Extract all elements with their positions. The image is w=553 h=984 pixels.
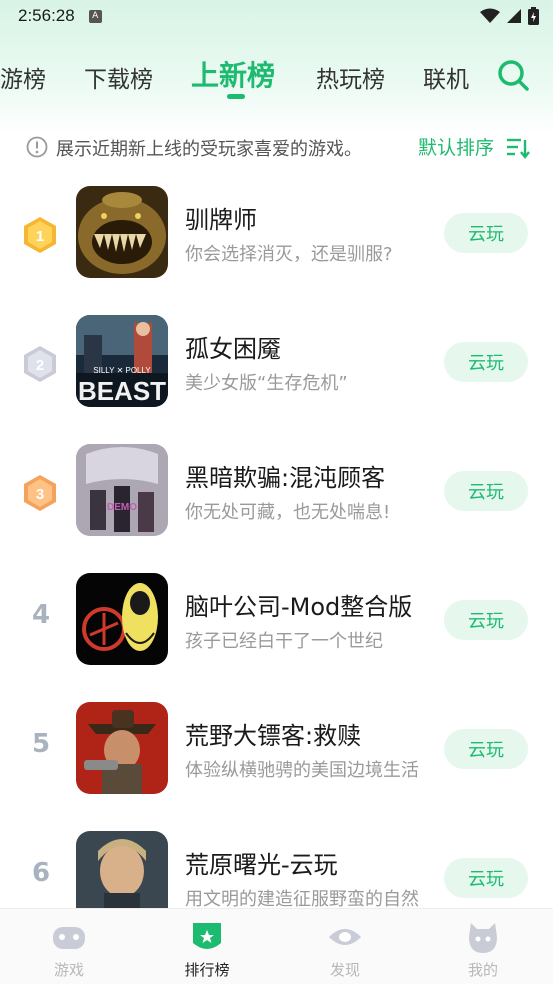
game-thumbnail[interactable] [76, 831, 168, 908]
game-thumbnail[interactable]: DEMO [76, 444, 168, 536]
eye-icon [329, 929, 361, 945]
game-description: 用文明的建造征服野蛮的自然 [185, 889, 419, 908]
game-thumbnail[interactable]: SILLY ✕ POLLY BEAST [76, 315, 168, 407]
sort-button[interactable]: 默认排序 [418, 133, 494, 160]
signal-icon [507, 9, 521, 23]
notification-icon: A [88, 9, 102, 23]
red-dead-artwork [76, 702, 168, 794]
ranking-tabs: 游榜 下载榜 上新榜 热玩榜 联机 [0, 50, 553, 100]
status-bar: 2:56:28 A [0, 0, 553, 32]
wifi-icon [480, 8, 500, 23]
cloud-play-button[interactable]: 云玩 [444, 600, 528, 640]
cloud-play-button[interactable]: 云玩 [444, 729, 528, 769]
game-list: 1 驯牌师 你会选择消灭，还是驯服? 云玩 2 SILLY ✕ POLLY BE… [0, 170, 553, 908]
list-item[interactable]: 2 SILLY ✕ POLLY BEAST 孤女困魇 美少女版“生存危机” 云玩 [0, 299, 553, 428]
nav-discover[interactable]: 发现 [300, 919, 390, 980]
medal-rank: 2 [36, 357, 44, 374]
list-item[interactable]: 6 荒原曙光-云玩 用文明的建造征服野蛮的自然 云玩 [0, 815, 553, 908]
bronze-medal-icon: 3 [24, 475, 56, 511]
beast-artwork: SILLY ✕ POLLY BEAST [76, 315, 168, 407]
list-description: 展示近期新上线的受玩家喜爱的游戏。 [56, 139, 362, 160]
list-item[interactable]: 1 驯牌师 你会选择消灭，还是驯服? 云玩 [0, 170, 553, 299]
cloud-play-button[interactable]: 云玩 [444, 858, 528, 898]
monster-artwork [76, 186, 168, 278]
medal-rank: 1 [36, 228, 44, 245]
rank-number: 6 [31, 858, 51, 888]
game-description: 体验纵横驰骋的美国边境生活 [185, 760, 419, 781]
game-title: 黑暗欺骗:混沌顾客 [185, 464, 386, 492]
lobotomy-artwork [76, 573, 168, 665]
cloud-play-button[interactable]: 云玩 [444, 342, 528, 382]
nav-label: 排行榜 [184, 961, 230, 979]
tab-multiplayer[interactable]: 联机 [423, 60, 469, 94]
tab-hot[interactable]: 热玩榜 [316, 60, 385, 94]
game-description: 你无处可藏，也无处喘息! [185, 502, 391, 523]
game-description: 孩子已经白干了一个世纪 [185, 631, 383, 652]
list-item[interactable]: 5 荒野大镖客:救赎 体验纵横驰骋的美国边境生活 云玩 [0, 686, 553, 815]
list-item[interactable]: 3 DEMO 黑暗欺骗:混沌顾客 你无处可藏，也无处喘息! 云玩 [0, 428, 553, 557]
thumb-demo-label: DEMO [107, 502, 137, 513]
status-time: 2:56:28 [18, 6, 75, 25]
game-description: 美少女版“生存危机” [185, 373, 348, 394]
tab-new-releases[interactable]: 上新榜 [191, 54, 275, 94]
game-title: 脑叶公司-Mod整合版 [185, 593, 413, 621]
search-icon[interactable] [496, 58, 530, 92]
chaos-customer-artwork: DEMO [76, 444, 168, 536]
game-title: 荒野大镖客:救赎 [185, 722, 362, 750]
cloud-play-button[interactable]: 云玩 [444, 471, 528, 511]
sort-icon[interactable] [506, 137, 530, 159]
gold-medal-icon: 1 [24, 217, 56, 253]
nav-games[interactable]: 游戏 [24, 919, 114, 980]
list-item[interactable]: 4 脑叶公司-Mod整合版 孩子已经白干了一个世纪 云玩 [0, 557, 553, 686]
nav-label: 游戏 [53, 961, 84, 979]
game-thumbnail[interactable] [76, 573, 168, 665]
thumb-title: BEAST [78, 376, 166, 406]
status-icons [480, 7, 539, 25]
game-description: 你会选择消灭，还是驯服? [185, 244, 393, 265]
gamepad-icon [53, 927, 85, 949]
info-icon [26, 136, 48, 158]
nav-label: 我的 [467, 961, 498, 979]
rank-number: 5 [31, 729, 51, 759]
nav-profile[interactable]: 我的 [438, 919, 528, 980]
battery-icon [528, 7, 539, 25]
thumb-subtitle: SILLY ✕ POLLY [93, 366, 151, 375]
silver-medal-icon: 2 [24, 346, 56, 382]
cloud-play-button[interactable]: 云玩 [444, 213, 528, 253]
rank-number: 4 [31, 600, 51, 630]
wasteland-dawn-artwork [76, 831, 168, 908]
nav-label: 发现 [329, 961, 360, 979]
medal-rank: 3 [36, 486, 44, 503]
ranking-shield-icon [193, 923, 221, 949]
tab-ranking-partial[interactable]: 游榜 [0, 60, 46, 94]
game-thumbnail[interactable] [76, 186, 168, 278]
profile-face-icon [469, 923, 497, 953]
game-thumbnail[interactable] [76, 702, 168, 794]
game-title: 驯牌师 [185, 206, 257, 234]
nav-ranking[interactable]: 排行榜 [162, 919, 252, 980]
game-title: 孤女困魇 [185, 335, 281, 363]
tab-downloads[interactable]: 下载榜 [84, 60, 153, 94]
game-title: 荒原曙光-云玩 [185, 851, 338, 879]
bottom-navigation: 游戏 排行榜 发现 我的 [0, 908, 553, 984]
active-tab-indicator [227, 94, 245, 99]
